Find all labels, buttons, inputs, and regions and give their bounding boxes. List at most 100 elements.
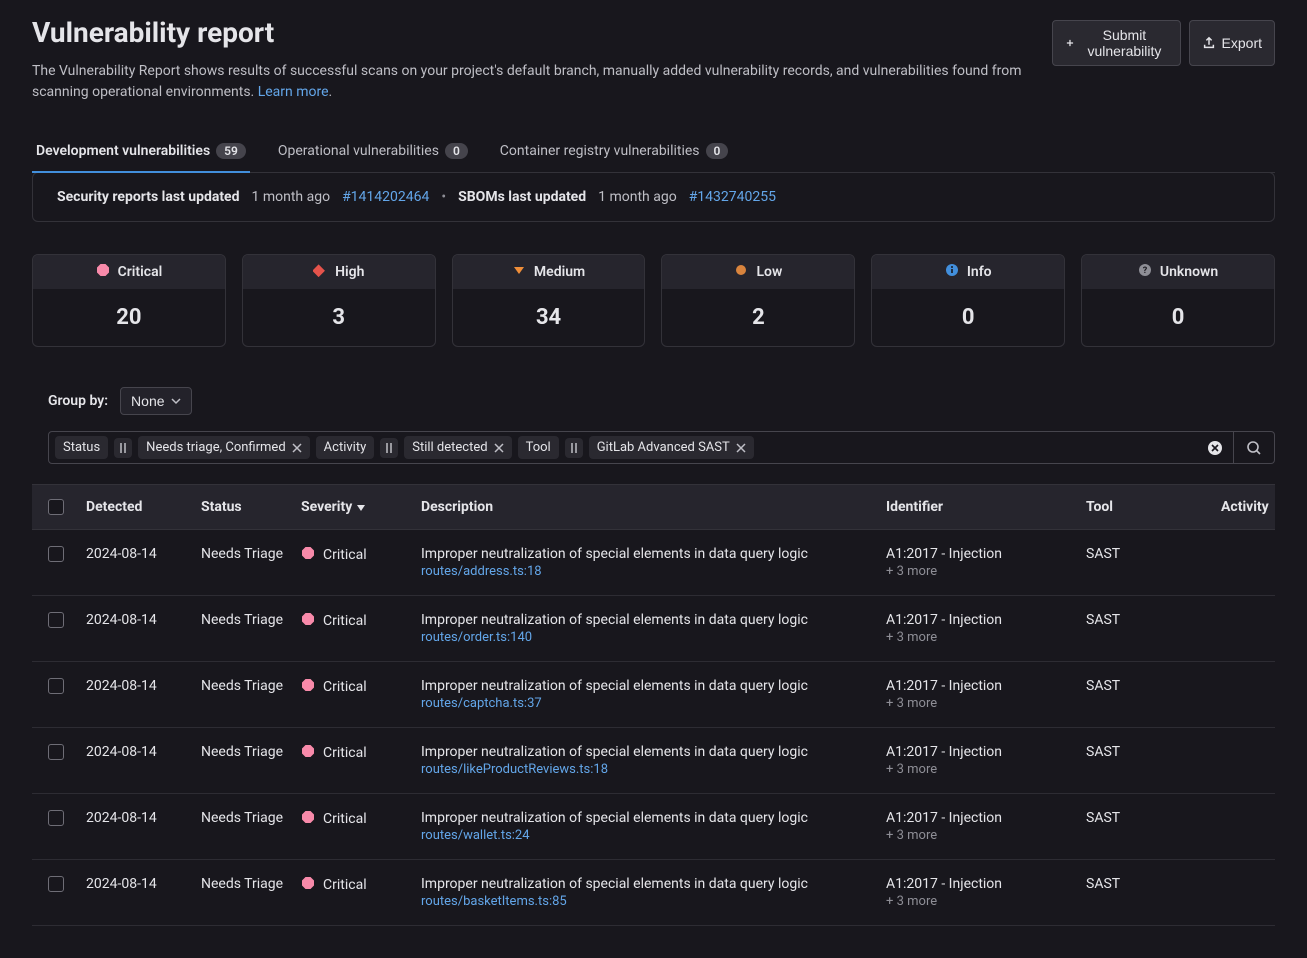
vuln-title[interactable]: Improper neutralization of special eleme… [421,744,874,760]
severity-card-head: High [243,255,435,289]
row-checkbox[interactable] [48,744,64,760]
tab-label: Development vulnerabilities [36,143,210,159]
vuln-path-link[interactable]: routes/basketItems.ts:85 [421,894,874,909]
severity-card-head: Critical [33,255,225,289]
identifier-more[interactable]: + 3 more [886,564,1074,579]
submit-vulnerability-label: Submit vulnerability [1081,27,1167,59]
table-row[interactable]: 2024-08-14 Needs Triage Critical Imprope… [32,794,1275,860]
filter-tool-label[interactable]: Tool [518,436,559,459]
vuln-title[interactable]: Improper neutralization of special eleme… [421,546,874,562]
select-all-checkbox[interactable] [48,499,64,515]
severity-icon-high [313,263,327,281]
cell-description: Improper neutralization of special eleme… [415,546,880,579]
row-checkbox[interactable] [48,678,64,694]
cell-severity: Critical [295,678,415,696]
vuln-path-link[interactable]: routes/captcha.ts:37 [421,696,874,711]
severity-card-unknown[interactable]: ? Unknown 0 [1081,254,1275,347]
severity-icon-critical [301,810,315,828]
tab-count-badge: 0 [706,143,729,159]
severity-card-medium[interactable]: Medium 34 [452,254,646,347]
page-description-post: . [329,84,333,100]
close-icon[interactable] [292,443,302,453]
filter-tool-value[interactable]: GitLab Advanced SAST [589,436,754,459]
severity-card-low[interactable]: Low 2 [661,254,855,347]
severity-text: Critical [323,877,367,893]
vulnerability-table: Detected Status Severity Description Ide… [32,484,1275,926]
identifier-text: A1:2017 - Injection [886,678,1074,694]
tab-label: Container registry vulnerabilities [500,143,700,159]
table-row[interactable]: 2024-08-14 Needs Triage Critical Imprope… [32,530,1275,596]
cell-tool: SAST [1080,678,1215,694]
cell-detected: 2024-08-14 [80,744,195,760]
cell-status: Needs Triage [195,612,295,628]
cell-identifier: A1:2017 - Injection + 3 more [880,546,1080,579]
filter-activity-value[interactable]: Still detected [404,436,511,459]
table-row[interactable]: 2024-08-14 Needs Triage Critical Imprope… [32,728,1275,794]
severity-name: Low [756,264,782,280]
table-row[interactable]: 2024-08-14 Needs Triage Critical Imprope… [32,860,1275,926]
severity-count: 34 [453,289,645,346]
cell-status: Needs Triage [195,744,295,760]
severity-card-head: Low [662,255,854,289]
severity-card-head: Info [872,255,1064,289]
filter-token-input[interactable]: Status Needs triage, Confirmed Activity … [48,431,1234,464]
column-detected[interactable]: Detected [80,499,195,515]
row-checkbox[interactable] [48,810,64,826]
filter-status-value[interactable]: Needs triage, Confirmed [138,436,309,459]
vuln-title[interactable]: Improper neutralization of special eleme… [421,876,874,892]
identifier-more[interactable]: + 3 more [886,828,1074,843]
apply-filter-button[interactable] [1234,431,1275,464]
submit-vulnerability-button[interactable]: Submit vulnerability [1052,20,1180,66]
identifier-more[interactable]: + 3 more [886,762,1074,777]
table-row[interactable]: 2024-08-14 Needs Triage Critical Imprope… [32,596,1275,662]
vuln-path-link[interactable]: routes/order.ts:140 [421,630,874,645]
cell-severity: Critical [295,546,415,564]
table-row[interactable]: 2024-08-14 Needs Triage Critical Imprope… [32,662,1275,728]
vuln-title[interactable]: Improper neutralization of special eleme… [421,678,874,694]
vuln-path-link[interactable]: routes/likeProductReviews.ts:18 [421,762,874,777]
close-icon[interactable] [494,443,504,453]
row-checkbox[interactable] [48,612,64,628]
filter-status-label[interactable]: Status [55,436,108,459]
tab-development-vulnerabilities[interactable]: Development vulnerabilities59 [32,131,250,173]
vuln-path-link[interactable]: routes/wallet.ts:24 [421,828,874,843]
column-status[interactable]: Status [195,499,295,515]
severity-card-high[interactable]: High 3 [242,254,436,347]
filter-activity-label[interactable]: Activity [316,436,375,459]
sort-desc-icon [356,502,366,512]
severity-card-info[interactable]: Info 0 [871,254,1065,347]
group-by-value: None [131,393,164,409]
severity-text: Critical [323,547,367,563]
search-icon [1246,440,1262,456]
cell-description: Improper neutralization of special eleme… [415,678,880,711]
cell-detected: 2024-08-14 [80,678,195,694]
separator-dot: • [441,189,446,205]
identifier-more[interactable]: + 3 more [886,696,1074,711]
identifier-more[interactable]: + 3 more [886,894,1074,909]
severity-icon-low [734,263,748,281]
close-icon[interactable] [736,443,746,453]
clear-filters-button[interactable] [1207,440,1227,456]
column-severity[interactable]: Severity [295,499,415,515]
table-body: 2024-08-14 Needs Triage Critical Imprope… [32,530,1275,926]
severity-card-head: ? Unknown [1082,255,1274,289]
tab-container-registry-vulnerabilities[interactable]: Container registry vulnerabilities 0 [496,131,733,173]
identifier-more[interactable]: + 3 more [886,630,1074,645]
group-by-select[interactable]: None [120,387,191,415]
learn-more-link[interactable]: Learn more [258,84,329,100]
vuln-title[interactable]: Improper neutralization of special eleme… [421,612,874,628]
cell-detected: 2024-08-14 [80,612,195,628]
export-button[interactable]: Export [1189,20,1275,66]
security-reports-link[interactable]: #1414202464 [342,189,429,205]
svg-text:?: ? [1143,266,1148,276]
severity-text: Critical [323,613,367,629]
severity-card-critical[interactable]: Critical 20 [32,254,226,347]
cell-severity: Critical [295,810,415,828]
sboms-link[interactable]: #1432740255 [689,189,776,205]
vuln-title[interactable]: Improper neutralization of special eleme… [421,810,874,826]
tab-operational-vulnerabilities[interactable]: Operational vulnerabilities0 [274,131,472,173]
vuln-path-link[interactable]: routes/address.ts:18 [421,564,874,579]
row-checkbox[interactable] [48,546,64,562]
cell-detected: 2024-08-14 [80,546,195,562]
row-checkbox[interactable] [48,876,64,892]
